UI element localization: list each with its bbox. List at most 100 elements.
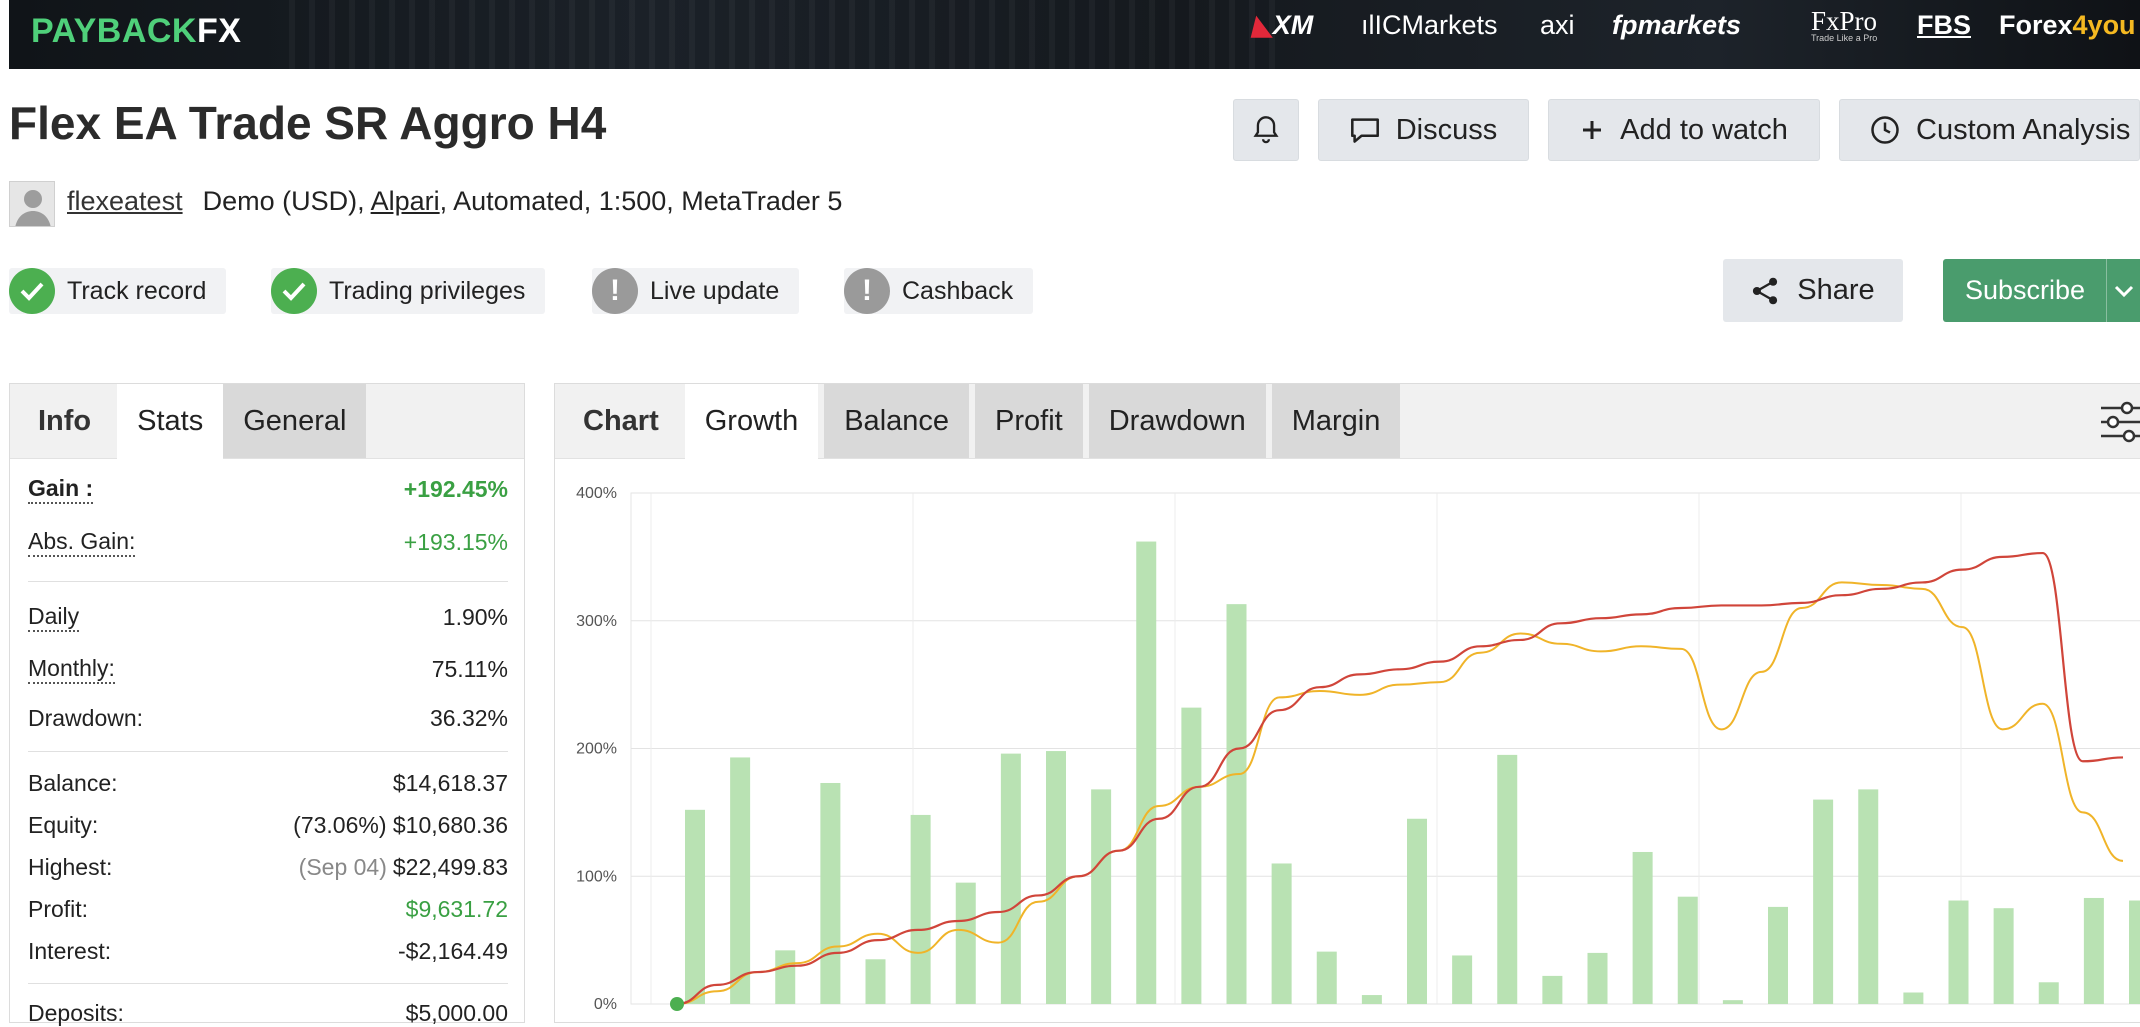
subscribe-button[interactable]: Subscribe — [1943, 259, 2140, 322]
equity-percent: (73.06%) — [293, 812, 387, 838]
balance-row: Balance: $14,618.37 — [28, 770, 508, 797]
highest-date: (Sep 04) — [298, 854, 387, 880]
tab-info[interactable]: Info — [10, 384, 117, 458]
ad-banner[interactable]: PAYBACKFX ◣XM ılICMarkets axi fpmarkets … — [9, 0, 2140, 69]
discuss-button[interactable]: Discuss — [1318, 99, 1529, 161]
custom-analysis-label: Custom Analysis — [1916, 113, 2131, 146]
growth-chart: 0% 100% 200% 300% 400% — [576, 485, 2140, 1013]
profit-bar — [1046, 751, 1066, 1004]
fpmarkets-logo[interactable]: fpmarkets — [1612, 10, 1741, 41]
y-tick-label: 400% — [576, 485, 617, 502]
exclamation-icon: ! — [592, 268, 638, 314]
tab-profit[interactable]: Profit — [975, 384, 1083, 458]
y-tick-label: 200% — [576, 741, 617, 758]
monthly-value: 75.11% — [431, 655, 508, 682]
highest-row: Highest: (Sep 04) $22,499.83 — [28, 854, 508, 881]
profit-bar — [1903, 992, 1924, 1004]
filter-settings-icon[interactable] — [2099, 400, 2140, 444]
trading-privileges-label: Trading privileges — [329, 276, 526, 305]
monthly-label[interactable]: Monthly: — [28, 654, 115, 684]
divider — [28, 983, 508, 984]
divider — [28, 581, 508, 582]
subscribe-label: Subscribe — [1965, 275, 2086, 305]
tab-balance[interactable]: Balance — [824, 384, 970, 458]
profit-bar — [820, 782, 841, 1004]
axi-logo[interactable]: axi — [1540, 10, 1575, 41]
clock-icon — [1871, 116, 1899, 144]
avatar[interactable] — [9, 181, 55, 227]
profit-bar — [865, 959, 886, 1004]
tab-general[interactable]: General — [223, 384, 367, 458]
highest-value: $22,499.83 — [392, 854, 508, 880]
gain-label[interactable]: Gain : — [28, 474, 94, 504]
abs-gain-label[interactable]: Abs. Gain: — [28, 527, 136, 557]
icmarkets-logo[interactable]: ılICMarkets — [1361, 10, 1498, 41]
profit-bar — [730, 757, 751, 1004]
paybackfx-logo[interactable]: PAYBACKFX — [31, 12, 241, 51]
monthly-row: Monthly: 75.11% — [28, 654, 508, 684]
chart-panel: Chart Growth Balance Profit Drawdown Mar… — [554, 383, 2140, 1023]
forex4you-logo[interactable]: Forex4you — [1999, 10, 2136, 41]
balance-label: Balance: — [28, 770, 118, 796]
fbs-logo[interactable]: FBS — [1917, 10, 1971, 41]
share-icon — [1753, 277, 1778, 304]
equity-row: Equity: (73.06%) $10,680.36 — [28, 812, 508, 839]
add-to-watch-button[interactable]: Add to watch — [1548, 99, 1820, 161]
chevron-down-icon[interactable] — [2106, 259, 2140, 322]
profit-bar — [1361, 995, 1382, 1004]
stats-panel: Info Stats General Gain : +192.45% Abs. … — [9, 383, 525, 1026]
xm-logo[interactable]: ◣XM — [1252, 10, 1313, 41]
profit-bar — [1407, 818, 1427, 1004]
stats-tabs: Info Stats General — [10, 384, 524, 459]
cashback-badge[interactable]: ! Cashback — [844, 268, 1034, 314]
daily-value: 1.90% — [442, 603, 508, 630]
start-point-marker — [670, 997, 684, 1011]
profit-bar — [2083, 897, 2104, 1004]
custom-analysis-button[interactable]: Custom Analysis — [1839, 99, 2140, 161]
profit-bar — [1993, 908, 2014, 1004]
gain-value: +192.45% — [403, 475, 508, 502]
profit-bar — [1542, 975, 1563, 1004]
comment-icon — [1350, 118, 1379, 143]
live-update-badge[interactable]: ! Live update — [592, 268, 800, 314]
broker-link[interactable]: Alpari — [371, 186, 440, 216]
tab-chart[interactable]: Chart — [555, 384, 685, 458]
profit-bar — [685, 809, 705, 1004]
profit-bar — [1858, 789, 1879, 1004]
profit-row: Profit: $9,631.72 — [28, 896, 508, 923]
notify-button[interactable] — [1233, 99, 1299, 161]
share-button[interactable]: Share — [1723, 259, 1903, 322]
account-details: flexeatest Demo (USD), Alpari, Automated,… — [67, 186, 843, 216]
cashback-label: Cashback — [902, 276, 1014, 305]
balance-value: $14,618.37 — [392, 770, 508, 796]
fxpro-logo[interactable]: FxPro Trade Like a Pro — [1811, 6, 1877, 43]
drawdown-label: Drawdown: — [28, 705, 144, 731]
exclamation-icon: ! — [844, 268, 890, 314]
profit-bar — [1181, 707, 1202, 1004]
trading-privileges-badge[interactable]: Trading privileges — [271, 268, 546, 314]
profit-bar — [1677, 896, 1698, 1004]
tab-margin[interactable]: Margin — [1271, 384, 1401, 458]
tab-stats[interactable]: Stats — [117, 384, 224, 459]
profit-value: $9,631.72 — [405, 896, 508, 922]
username-link[interactable]: flexeatest — [67, 186, 183, 216]
abs-gain-row: Abs. Gain: +193.15% — [28, 527, 508, 557]
equity-label: Equity: — [28, 812, 99, 838]
drawdown-row: Drawdown: 36.32% — [28, 705, 508, 732]
profit-bar — [1497, 754, 1518, 1004]
y-tick-label: 0% — [594, 996, 617, 1013]
drawdown-value: 36.32% — [429, 705, 508, 731]
track-record-label: Track record — [67, 276, 207, 305]
track-record-badge[interactable]: Track record — [9, 268, 227, 314]
deposits-value: $5,000.00 — [405, 1000, 508, 1026]
daily-label[interactable]: Daily — [28, 602, 80, 632]
profit-bar — [1091, 789, 1112, 1004]
y-tick-label: 100% — [576, 868, 617, 885]
tab-drawdown[interactable]: Drawdown — [1088, 384, 1266, 458]
tab-growth[interactable]: Growth — [684, 384, 819, 459]
daily-row: Daily 1.90% — [28, 602, 508, 632]
profit-bar — [1813, 799, 1834, 1004]
check-icon — [9, 268, 55, 314]
profit-bar — [1632, 851, 1653, 1004]
profit-bar — [1587, 952, 1608, 1004]
